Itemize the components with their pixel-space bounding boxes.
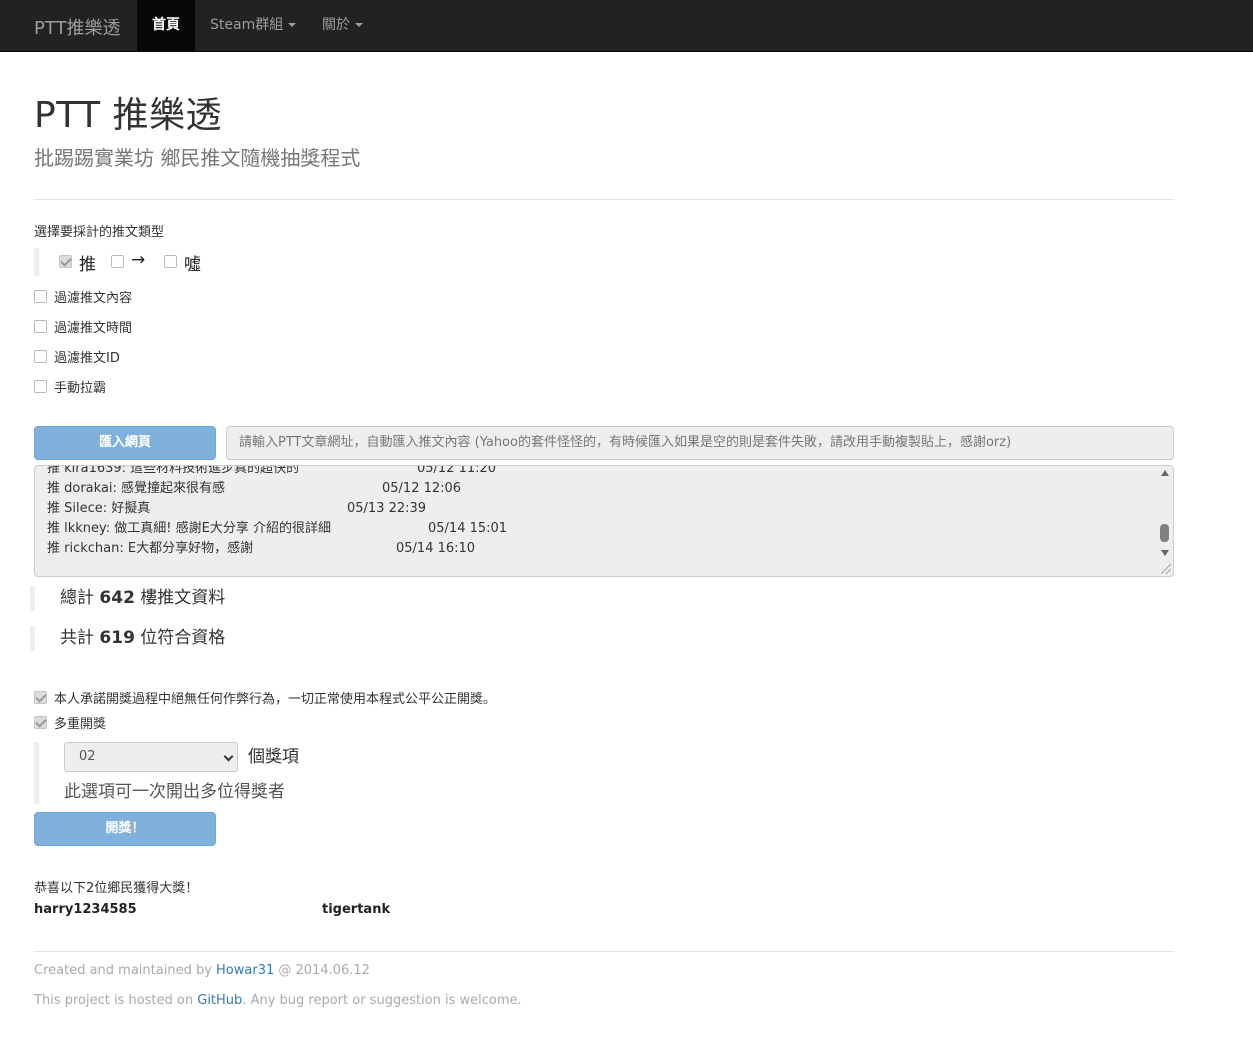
nav-item-home[interactable]: 首頁 (137, 0, 195, 51)
pledge-checkbox[interactable] (34, 691, 47, 704)
comment-line: 推 kira1639: 這些材料技術進步真的超快的 (47, 465, 300, 476)
winner-name: tigertank (322, 902, 391, 917)
push-type-label-arrow: → (131, 250, 146, 270)
filter-time-label: 過濾推文時間 (54, 321, 133, 336)
comment-date: 05/14 15:01 (428, 521, 508, 536)
comment-date: 05/12 11:20 (417, 465, 497, 476)
total-suffix: 樓推文資料 (134, 588, 226, 608)
multi-draw-label: 多重開獎 (54, 717, 107, 732)
filter-content-checkbox[interactable] (34, 290, 47, 303)
pledge-label: 本人承諾開獎過程中絕無任何作弊行為，一切正常使用本程式公平公正開獎。 (54, 692, 497, 707)
comment-line: 推 lkkney: 做工真細! 感謝E大分享 介紹的很詳細 (47, 521, 331, 536)
scrollbar-thumb[interactable] (1160, 524, 1169, 542)
comments-textarea[interactable]: 推 kira1639: 這些材料技術進步真的超快的 05/12 11:20 推 … (34, 465, 1174, 577)
caret-down-icon (355, 23, 363, 27)
multi-draw-checkbox[interactable] (34, 716, 47, 729)
footer-maintainer-suffix: @ 2014.06.12 (274, 963, 370, 978)
multi-draw-hint: 此選項可一次開出多位得獎者 (64, 782, 285, 802)
nav-item-steam-group[interactable]: Steam群組 (210, 0, 297, 51)
scroll-down-arrow-icon[interactable] (1161, 550, 1169, 556)
footer-line-hosting: This project is hosted on GitHub. Any bu… (34, 993, 522, 1008)
header-divider (34, 199, 1174, 200)
navbar-brand[interactable]: PTT推樂透 (34, 14, 121, 40)
caret-down-icon (288, 23, 297, 27)
nav-item-about[interactable]: 關於 (322, 0, 363, 51)
push-type-label: 選擇要採計的推文類型 (34, 225, 165, 240)
eligible-prefix: 共計 (60, 628, 100, 648)
comment-date: 05/14 16:10 (396, 541, 476, 556)
manual-slot-checkbox[interactable] (34, 380, 47, 393)
comment-line: 推 rickchan: E大都分享好物，感謝 (47, 541, 254, 556)
filter-content-label: 過濾推文內容 (54, 291, 133, 306)
manual-slot-label: 手動拉霸 (54, 381, 107, 396)
comment-date: 05/12 12:06 (382, 481, 462, 496)
filter-id-checkbox[interactable] (34, 350, 47, 363)
footer-github-link[interactable]: GitHub (197, 993, 242, 1008)
total-prefix: 總計 (60, 588, 100, 608)
draw-button[interactable]: 開獎！ (34, 812, 216, 846)
eligible-suffix: 位符合資格 (134, 628, 226, 648)
push-type-checkbox-push[interactable] (59, 255, 72, 268)
footer-hosting-prefix: This project is hosted on (34, 993, 198, 1008)
prize-count-suffix: 個獎項 (248, 747, 299, 767)
page-subtitle: 批踢踢實業坊 鄉民推文隨機抽獎程式 (34, 146, 361, 170)
footer-divider (34, 951, 1174, 952)
prize-count-select[interactable]: 02 (64, 742, 238, 772)
scroll-up-arrow-icon[interactable] (1161, 470, 1169, 476)
push-type-checkbox-boo[interactable] (164, 255, 177, 268)
total-comments-stat: 總計 642 樓推文資料 (30, 586, 225, 611)
footer-line-maintainer: Created and maintained by Howar31 @ 2014… (34, 963, 370, 978)
prize-count-value: 02 (79, 749, 96, 764)
congrats-message: 恭喜以下2位鄉民獲得大獎！ (34, 881, 199, 896)
filter-time-checkbox[interactable] (34, 320, 47, 333)
prize-count-block: 02 個獎項 此選項可一次開出多位得獎者 (34, 742, 334, 804)
resize-grip-icon[interactable] (1161, 564, 1171, 574)
eligible-count: 619 (99, 628, 135, 648)
footer-hosting-suffix: . Any bug report or suggestion is welcom… (242, 993, 522, 1008)
total-count: 642 (99, 588, 135, 608)
comment-date: 05/13 22:39 (347, 501, 427, 516)
push-type-label-boo: 噓 (184, 255, 201, 275)
import-page-button[interactable]: 匯入網頁 (34, 426, 216, 460)
navbar: PTT推樂透 首頁 Steam群組 關於 (0, 0, 1253, 52)
comment-line: 推 Silece: 好擬真 (47, 501, 151, 516)
comments-scrollbar[interactable] (1156, 466, 1173, 576)
push-type-group: 推 → 噓 (34, 248, 334, 276)
comment-line: 推 dorakai: 感覺撞起來很有感 (47, 481, 226, 496)
footer-author-link[interactable]: Howar31 (216, 963, 274, 978)
page-title: PTT 推樂透 (34, 95, 223, 136)
footer-maintainer-prefix: Created and maintained by (34, 963, 217, 978)
push-type-checkbox-arrow[interactable] (111, 255, 124, 268)
nav-item-about-label: 關於 (322, 17, 350, 33)
eligible-users-stat: 共計 619 位符合資格 (30, 626, 225, 651)
chevron-down-icon (223, 751, 234, 762)
nav-item-steam-group-label: Steam群組 (210, 17, 284, 33)
ptt-url-input[interactable]: 請輸入PTT文章網址，自動匯入推文內容 (Yahoo的套件怪怪的，有時候匯入如果… (226, 426, 1174, 460)
nav-item-home-label: 首頁 (152, 17, 180, 33)
push-type-label-push: 推 (79, 255, 96, 275)
winner-name: harry1234585 (34, 902, 137, 917)
filter-id-label: 過濾推文ID (54, 351, 120, 366)
